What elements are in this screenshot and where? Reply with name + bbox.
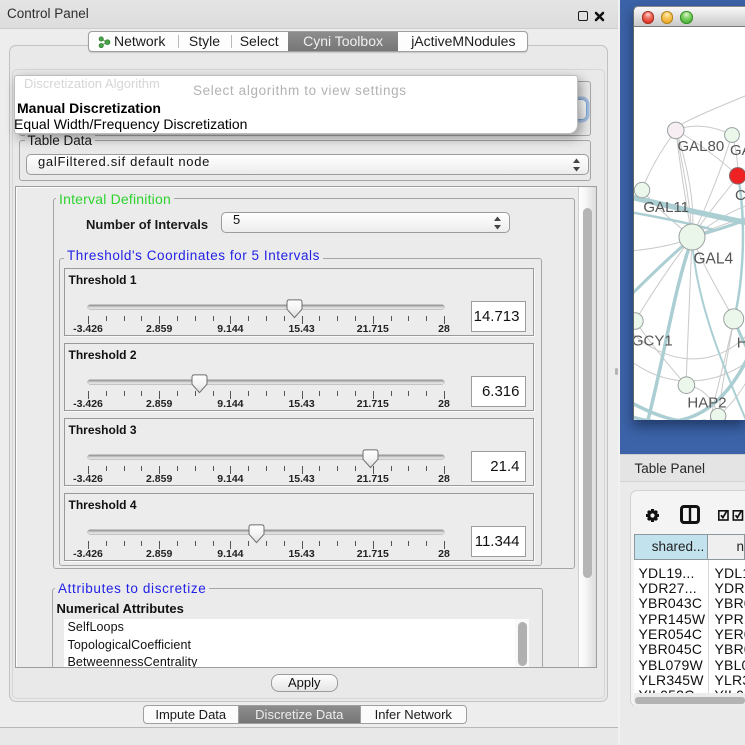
svg-text:C: C <box>735 187 745 204</box>
svg-text:GAL11: GAL11 <box>643 199 689 216</box>
svg-text:HAP2: HAP2 <box>687 395 726 412</box>
svg-text:H: H <box>737 335 745 352</box>
svg-text:GCY1: GCY1 <box>634 333 673 350</box>
svg-text:GAL4: GAL4 <box>694 251 734 268</box>
svg-text:GAL80: GAL80 <box>678 138 725 155</box>
svg-text:GA: GA <box>730 142 745 159</box>
